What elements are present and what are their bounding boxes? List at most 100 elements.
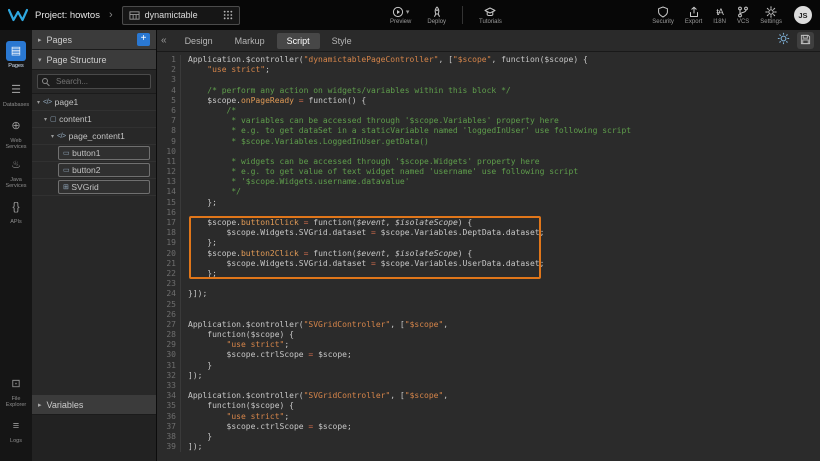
security-button[interactable]: Security bbox=[652, 6, 674, 25]
action-label: VCS bbox=[737, 19, 749, 25]
tree-item-page1[interactable]: ▾</>page1 bbox=[32, 94, 156, 111]
code-line[interactable]: 3 bbox=[157, 75, 820, 85]
i18n-icon: ŧA bbox=[716, 6, 723, 18]
java-services-icon: ♨ bbox=[6, 155, 26, 175]
wavemaker-logo-icon[interactable] bbox=[8, 8, 28, 22]
code-line[interactable]: 12 * e.g. to get value of text widget na… bbox=[157, 167, 820, 177]
add-page-button[interactable]: + bbox=[137, 33, 150, 46]
code-text: $scope.button2Click = function($event, $… bbox=[188, 249, 472, 259]
code-line[interactable]: 22 }; bbox=[157, 269, 820, 279]
code-line[interactable]: 10 bbox=[157, 147, 820, 157]
rail-item-pages[interactable]: ▤Pages bbox=[0, 35, 32, 74]
code-line[interactable]: 33 bbox=[157, 381, 820, 391]
tree-item-button1[interactable]: ▭button1 bbox=[32, 145, 156, 162]
code-line[interactable]: 16 bbox=[157, 208, 820, 218]
page-structure-header[interactable]: ▾ Page Structure bbox=[32, 50, 156, 70]
code-line[interactable]: 26 bbox=[157, 310, 820, 320]
code-line[interactable]: 4 /* perform any action on widgets/varia… bbox=[157, 86, 820, 96]
code-line[interactable]: 25 bbox=[157, 300, 820, 310]
code-line[interactable]: 24}]); bbox=[157, 289, 820, 299]
caret-down-icon: ▾ bbox=[37, 99, 40, 106]
rail-item-databases[interactable]: ☰Databases bbox=[0, 74, 32, 113]
code-line[interactable]: 9 * $scope.Variables.LoggedInUser.getDat… bbox=[157, 137, 820, 147]
code-line[interactable]: 19 }; bbox=[157, 238, 820, 248]
code-line[interactable]: 2 "use strict"; bbox=[157, 65, 820, 75]
code-text: Application.$controller("SVGridControlle… bbox=[188, 320, 448, 330]
preview-icon bbox=[392, 6, 404, 18]
line-number: 8 bbox=[157, 126, 181, 136]
tree-item-content1[interactable]: ▾▢content1 bbox=[32, 111, 156, 128]
i18n-button[interactable]: ŧAI18N bbox=[713, 6, 726, 25]
line-number: 16 bbox=[157, 208, 181, 218]
tree-item-label: button2 bbox=[72, 165, 100, 175]
user-avatar[interactable]: JS bbox=[794, 6, 812, 24]
code-line[interactable]: 7 * variables can be accessed through '$… bbox=[157, 116, 820, 126]
editor-tabbar: « DesignMarkupScriptStyle bbox=[157, 30, 820, 52]
settings-button[interactable]: Settings bbox=[760, 6, 782, 25]
code-line[interactable]: 31 } bbox=[157, 361, 820, 371]
save-button[interactable] bbox=[797, 32, 814, 49]
code-line[interactable]: 38 } bbox=[157, 432, 820, 442]
code-line[interactable]: 21 $scope.Widgets.SVGrid.dataset = $scop… bbox=[157, 259, 820, 269]
preview-button[interactable]: ▾Preview bbox=[390, 6, 411, 25]
rail-item-logs[interactable]: ≡Logs bbox=[0, 410, 32, 449]
code-line[interactable]: 35 function($scope) { bbox=[157, 401, 820, 411]
code-line[interactable]: 36 "use strict"; bbox=[157, 412, 820, 422]
code-line[interactable]: 20 $scope.button2Click = function($event… bbox=[157, 249, 820, 259]
code-line[interactable]: 11 * widgets can be accessed through '$s… bbox=[157, 157, 820, 167]
apis-icon: {} bbox=[6, 197, 26, 217]
code-text: }; bbox=[188, 269, 217, 279]
variables-section-header[interactable]: ▸ Variables bbox=[32, 395, 156, 415]
rail-item-web-services[interactable]: ⊕Web Services bbox=[0, 113, 32, 152]
code-line[interactable]: 5 $scope.onPageReady = function() { bbox=[157, 96, 820, 106]
code-editor[interactable]: 1Application.$controller("dynamictablePa… bbox=[157, 52, 820, 461]
page-settings-button[interactable] bbox=[777, 32, 790, 50]
code-line[interactable]: 23 bbox=[157, 279, 820, 289]
code-line[interactable]: 18 $scope.Widgets.SVGrid.dataset = $scop… bbox=[157, 228, 820, 238]
tab-script[interactable]: Script bbox=[277, 33, 320, 49]
collapse-panel-icon[interactable]: « bbox=[161, 35, 167, 46]
code-line[interactable]: 17 $scope.button1Click = function($event… bbox=[157, 218, 820, 228]
deploy-icon-wrap bbox=[431, 6, 443, 18]
tree-item-page_content1[interactable]: ▾</>page_content1 bbox=[32, 128, 156, 145]
tree-item-button2[interactable]: ▭button2 bbox=[32, 162, 156, 179]
code-line[interactable]: 28 function($scope) { bbox=[157, 330, 820, 340]
code-line[interactable]: 8 * e.g. to get dataSet in a staticVaria… bbox=[157, 126, 820, 136]
code-line[interactable]: 14 */ bbox=[157, 187, 820, 197]
code-line[interactable]: 32]); bbox=[157, 371, 820, 381]
vcs-button[interactable]: VCS bbox=[737, 6, 749, 25]
rail-item-java-services[interactable]: ♨Java Services bbox=[0, 152, 32, 191]
export-button[interactable]: Export bbox=[685, 6, 702, 25]
tab-design[interactable]: Design bbox=[175, 33, 223, 49]
export-icon bbox=[688, 6, 700, 18]
action-label: Settings bbox=[760, 19, 782, 25]
code-line[interactable]: 29 "use strict"; bbox=[157, 340, 820, 350]
main-area: ▤Pages☰Databases⊕Web Services♨Java Servi… bbox=[0, 30, 820, 461]
search-input[interactable] bbox=[54, 76, 146, 87]
code-line[interactable]: 6 /* bbox=[157, 106, 820, 116]
i18n-icon-wrap: ŧA bbox=[716, 6, 723, 18]
rail-item-apis[interactable]: {}APIs bbox=[0, 191, 32, 230]
caret-down-icon: ▾ bbox=[38, 56, 42, 64]
code-line[interactable]: 1Application.$controller("dynamictablePa… bbox=[157, 55, 820, 65]
project-label: Project: howtos bbox=[35, 10, 100, 21]
line-number: 7 bbox=[157, 116, 181, 126]
tutorials-button[interactable]: Tutorials bbox=[479, 6, 502, 25]
pages-section-header[interactable]: ▸ Pages + bbox=[32, 30, 156, 50]
tab-markup[interactable]: Markup bbox=[225, 33, 275, 49]
code-line[interactable]: 34Application.$controller("SVGridControl… bbox=[157, 391, 820, 401]
tree-item-SVGrid[interactable]: ⊞SVGrid bbox=[32, 179, 156, 196]
code-line[interactable]: 13 * '$scope.Widgets.username.datavalue' bbox=[157, 177, 820, 187]
rail-item-file-explorer[interactable]: ⊡File Explorer bbox=[0, 371, 32, 410]
deploy-button[interactable]: Deploy bbox=[427, 6, 446, 25]
settings-icon bbox=[765, 6, 777, 18]
tab-style[interactable]: Style bbox=[322, 33, 362, 49]
page1-icon: </> bbox=[43, 99, 52, 106]
code-line[interactable]: 39]); bbox=[157, 442, 820, 452]
code-line[interactable]: 30 $scope.ctrlScope = $scope; bbox=[157, 350, 820, 360]
topbar-right-actions: Security Export ŧAI18N VCS Settings bbox=[652, 6, 784, 25]
code-line[interactable]: 15 }; bbox=[157, 198, 820, 208]
page-selector[interactable]: dynamictable bbox=[122, 6, 240, 25]
code-line[interactable]: 27Application.$controller("SVGridControl… bbox=[157, 320, 820, 330]
code-line[interactable]: 37 $scope.ctrlScope = $scope; bbox=[157, 422, 820, 432]
